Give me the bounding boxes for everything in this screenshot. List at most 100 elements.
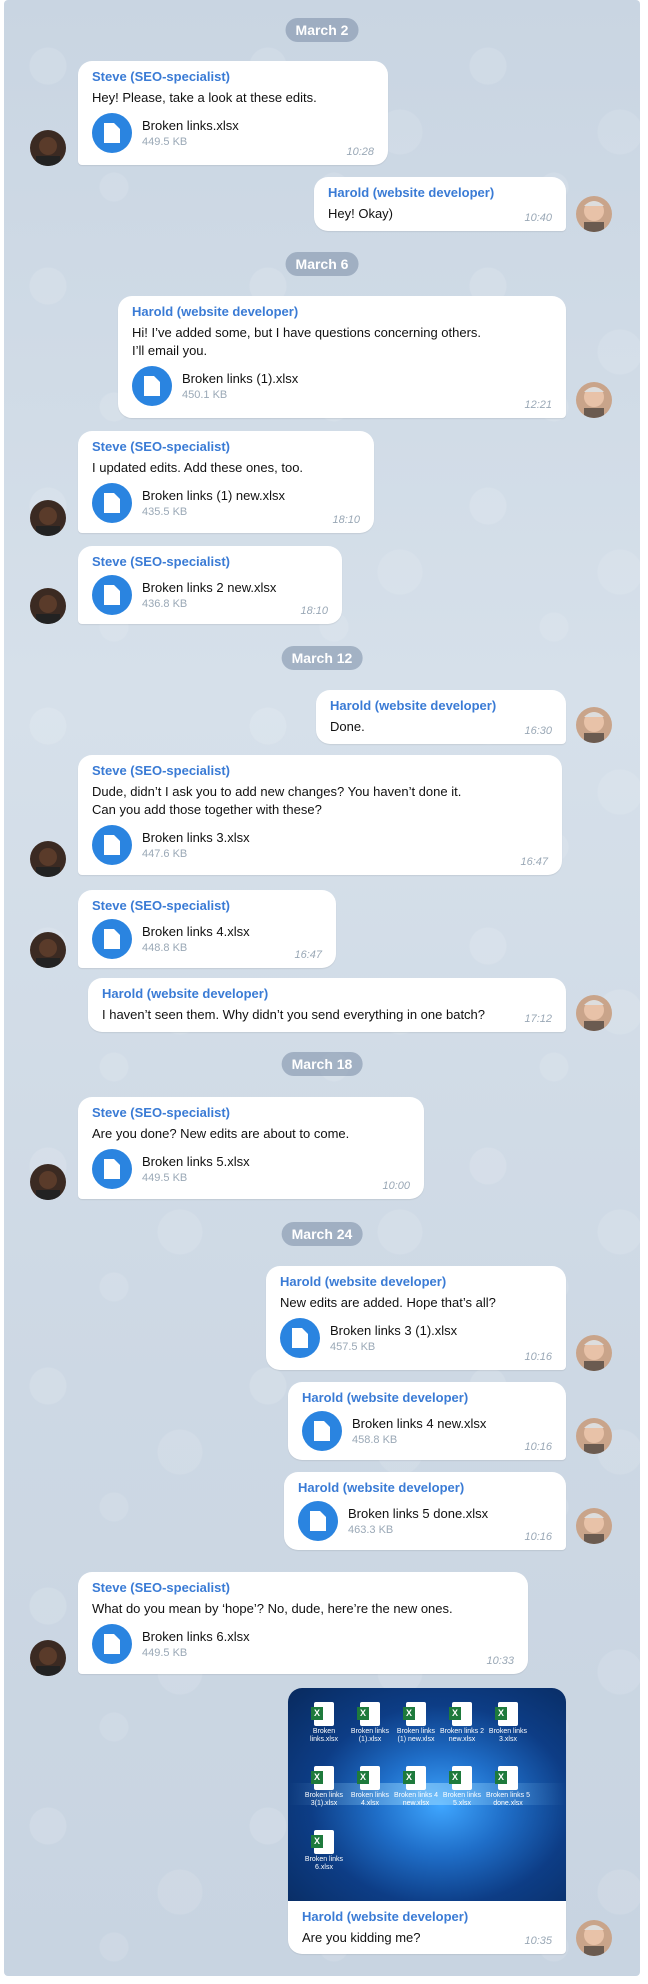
sender-name: Harold (website developer) — [302, 1390, 469, 1405]
message-bubble[interactable]: Steve (SEO-specialist) Dude, didn’t I as… — [78, 755, 562, 875]
document-icon[interactable] — [302, 1411, 342, 1451]
file-size: 449.5 KB — [142, 136, 188, 148]
sender-name: Steve (SEO-specialist) — [92, 439, 230, 454]
message-bubble[interactable]: Harold (website developer) Broken links … — [284, 1472, 566, 1550]
document-icon[interactable] — [92, 483, 132, 523]
file-size: 436.8 KB — [142, 598, 188, 610]
avatar-steve[interactable] — [30, 500, 66, 536]
image-message[interactable]: Broken links.xlsx Broken links (1).xlsx … — [288, 1688, 566, 1954]
file-attachment[interactable]: Broken links 5.xlsx 449.5 KB — [92, 1149, 410, 1189]
document-icon[interactable] — [92, 919, 132, 959]
file-size: 450.1 KB — [182, 389, 228, 401]
message-time: 10:28 — [346, 146, 374, 158]
message-text: Are you kidding me? — [302, 1930, 421, 1945]
excel-file-icon: Broken links (1).xlsx — [348, 1702, 392, 1744]
excel-file-icon: Broken links 4.xlsx — [348, 1766, 392, 1808]
file-attachment[interactable]: Broken links (1) new.xlsx 435.5 KB — [92, 483, 360, 523]
message-bubble[interactable]: Steve (SEO-specialist) I updated edits. … — [78, 431, 374, 533]
document-icon[interactable] — [92, 1624, 132, 1664]
avatar-steve[interactable] — [30, 1640, 66, 1676]
avatar-steve[interactable] — [30, 841, 66, 877]
chat-area[interactable]: March 2 Steve (SEO-specialist) Hey! Plea… — [4, 0, 640, 1976]
desktop-file-label: Broken links 3(1).xlsx — [304, 1792, 344, 1807]
file-attachment[interactable]: Broken links 3 (1).xlsx 457.5 KB — [280, 1318, 552, 1358]
file-attachment[interactable]: Broken links (1).xlsx 450.1 KB — [132, 366, 552, 406]
message-bubble[interactable]: Harold (website developer) I haven’t see… — [88, 978, 566, 1032]
message-time: 16:30 — [524, 725, 552, 737]
file-size: 457.5 KB — [330, 1341, 376, 1353]
message-time: 10:33 — [486, 1655, 514, 1667]
file-attachment[interactable]: Broken links 4 new.xlsx 458.8 KB — [302, 1411, 552, 1451]
date-separator: March 12 — [281, 646, 363, 670]
file-size: 449.5 KB — [142, 1647, 188, 1659]
file-size: 447.6 KB — [142, 848, 188, 860]
document-icon[interactable] — [92, 825, 132, 865]
avatar-harold[interactable] — [576, 382, 612, 418]
file-attachment[interactable]: Broken links.xlsx 449.5 KB — [92, 113, 374, 153]
message-text: Hey! Okay) — [328, 206, 394, 221]
message-bubble[interactable]: Steve (SEO-specialist) What do you mean … — [78, 1572, 528, 1674]
file-attachment[interactable]: Broken links 5 done.xlsx 463.3 KB — [298, 1501, 552, 1541]
message-text: What do you mean by ‘hope’? No, dude, he… — [92, 1601, 453, 1616]
message-bubble[interactable]: Steve (SEO-specialist) Hey! Please, take… — [78, 61, 388, 165]
avatar-harold[interactable] — [576, 1418, 612, 1454]
file-attachment[interactable]: Broken links 6.xlsx 449.5 KB — [92, 1624, 514, 1664]
sender-name: Harold (website developer) — [302, 1909, 469, 1924]
document-icon[interactable] — [92, 575, 132, 615]
message-bubble[interactable]: Harold (website developer) Broken links … — [288, 1382, 566, 1460]
document-icon[interactable] — [132, 366, 172, 406]
avatar-harold[interactable] — [576, 707, 612, 743]
message-text: I updated edits. Add these ones, too. — [92, 460, 304, 475]
sender-name: Steve (SEO-specialist) — [92, 69, 230, 84]
avatar-harold[interactable] — [576, 196, 612, 232]
document-icon[interactable] — [298, 1501, 338, 1541]
avatar-harold[interactable] — [576, 1335, 612, 1371]
message-text: Done. — [330, 719, 365, 734]
message-bubble[interactable]: Steve (SEO-specialist) Are you done? New… — [78, 1097, 424, 1199]
document-icon[interactable] — [92, 1149, 132, 1189]
sender-name: Steve (SEO-specialist) — [92, 1105, 230, 1120]
message-bubble[interactable]: Steve (SEO-specialist) Broken links 2 ne… — [78, 546, 342, 624]
file-size: 458.8 KB — [352, 1434, 398, 1446]
file-size: 449.5 KB — [142, 1172, 188, 1184]
excel-file-icon: Broken links 4 new.xlsx — [394, 1766, 438, 1808]
excel-file-icon: Broken links 3.xlsx — [486, 1702, 530, 1744]
excel-file-icon: Broken links.xlsx — [302, 1702, 346, 1744]
desktop-file-label: Broken links.xlsx — [309, 1728, 338, 1743]
date-separator: March 2 — [285, 18, 359, 42]
message-bubble[interactable]: Harold (website developer) New edits are… — [266, 1266, 566, 1370]
sender-name: Harold (website developer) — [102, 986, 269, 1001]
message-time: 10:40 — [524, 212, 552, 224]
message-time: 16:47 — [294, 949, 322, 961]
message-text: Hey! Please, take a look at these edits. — [92, 90, 317, 105]
avatar-harold[interactable] — [576, 995, 612, 1031]
sender-name: Steve (SEO-specialist) — [92, 554, 230, 569]
desktop-screenshot[interactable]: Broken links.xlsx Broken links (1).xlsx … — [288, 1688, 566, 1901]
avatar-steve[interactable] — [30, 1164, 66, 1200]
desktop-file-label: Broken links 3.xlsx — [488, 1728, 528, 1743]
file-attachment[interactable]: Broken links 2 new.xlsx 436.8 KB — [92, 575, 328, 615]
message-text: Are you done? New edits are about to com… — [92, 1126, 350, 1141]
message-text: I haven’t seen them. Why didn’t you send… — [102, 1007, 486, 1022]
file-attachment[interactable]: Broken links 3.xlsx 447.6 KB — [92, 825, 548, 865]
message-bubble[interactable]: Harold (website developer) Hey! Okay) 10… — [314, 177, 566, 231]
file-name: Broken links (1) new.xlsx — [142, 488, 286, 503]
file-attachment[interactable]: Broken links 4.xlsx 448.8 KB — [92, 919, 322, 959]
avatar-steve[interactable] — [30, 130, 66, 166]
document-icon[interactable] — [280, 1318, 320, 1358]
avatar-harold[interactable] — [576, 1920, 612, 1956]
desktop-file-label: Broken links 4 new.xlsx — [394, 1792, 438, 1807]
message-time: 18:10 — [300, 605, 328, 617]
message-bubble[interactable]: Harold (website developer) Done. 16:30 — [316, 690, 566, 744]
avatar-harold[interactable] — [576, 1508, 612, 1544]
document-icon[interactable] — [92, 113, 132, 153]
message-bubble[interactable]: Harold (website developer) Hi! I’ve adde… — [118, 296, 566, 418]
file-name: Broken links 5 done.xlsx — [348, 1506, 489, 1521]
message-text: Dude, didn’t I ask you to add new change… — [92, 784, 462, 817]
avatar-steve[interactable] — [30, 588, 66, 624]
avatar-steve[interactable] — [30, 932, 66, 968]
date-separator: March 18 — [281, 1052, 363, 1076]
message-bubble[interactable]: Steve (SEO-specialist) Broken links 4.xl… — [78, 890, 336, 968]
message-time: 10:35 — [524, 1935, 552, 1947]
message-time: 16:47 — [520, 856, 548, 868]
